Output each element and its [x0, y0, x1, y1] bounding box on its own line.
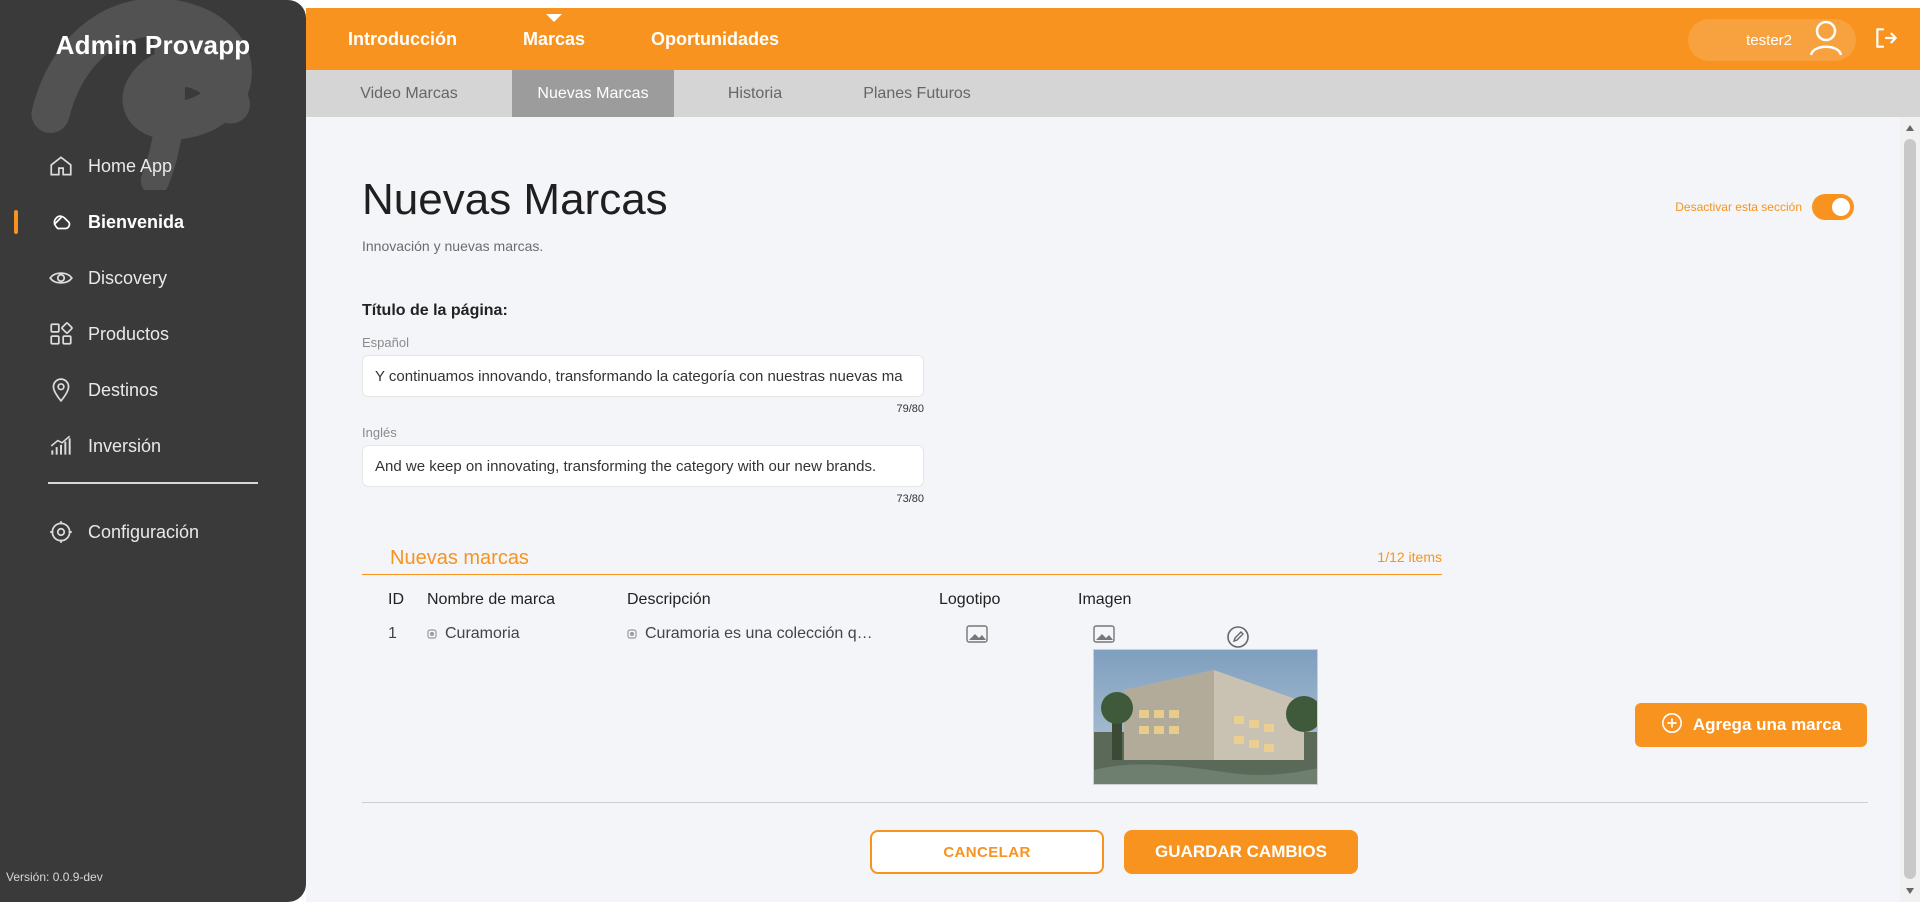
toggle-switch[interactable] — [1812, 194, 1854, 220]
subtab-nuevas-marcas[interactable]: Nuevas Marcas — [512, 70, 674, 117]
user-badge[interactable]: tester2 — [1688, 19, 1856, 61]
english-char-counter: 73/80 — [896, 493, 924, 505]
add-brand-label: Agrega una marca — [1692, 715, 1842, 734]
brand-name-cell[interactable]: Curamoria — [427, 625, 520, 643]
add-brand-button[interactable]: Agrega una marca — [1635, 703, 1867, 747]
brand-id: 1 — [388, 625, 397, 642]
brand-name: Curamoria — [445, 625, 520, 642]
user-icon — [1806, 18, 1846, 62]
top-navbar: Introducción Marcas Oportunidades tester… — [306, 8, 1920, 70]
brand-description: Curamoria es una colección q… — [645, 625, 873, 642]
sidebar-item-label: Bienvenida — [88, 211, 185, 232]
image-icon — [966, 625, 988, 643]
scroll-thumb[interactable] — [1904, 139, 1916, 879]
section-toggle[interactable]: Desactivar esta sección — [1675, 194, 1854, 220]
scroll-down-arrow-icon[interactable] — [1906, 888, 1914, 894]
brands-section-header: Nuevas marcas 1/12 items — [362, 547, 1442, 575]
col-header-logo: Logotipo — [939, 591, 1001, 608]
grid-apps-icon — [48, 321, 74, 347]
tab-introduccion[interactable]: Introducción — [348, 29, 457, 50]
brands-table-header: ID Nombre de marca Descripción Logotipo … — [388, 591, 1148, 613]
plus-circle-icon — [1661, 712, 1683, 739]
save-changes-button[interactable]: GUARDAR CAMBIOS — [1124, 830, 1358, 874]
sidebar: Admin Provapp Home App Bienvenida Discov… — [0, 0, 306, 902]
col-header-description: Descripción — [627, 591, 711, 608]
sidebar-item-configuracion[interactable]: Configuración — [0, 504, 306, 560]
logout-button[interactable] — [1872, 24, 1900, 52]
sidebar-divider — [48, 482, 258, 484]
logout-icon — [1876, 28, 1897, 48]
spanish-field-label: Español — [362, 335, 409, 350]
app-version: Versión: 0.0.9-dev — [6, 870, 103, 884]
home-icon — [48, 153, 74, 179]
spanish-title-input[interactable]: Y continuamos innovando, transformando l… — [362, 355, 924, 397]
wave-hand-icon — [48, 209, 74, 235]
sidebar-item-label: Inversión — [88, 435, 162, 456]
col-header-image: Imagen — [1078, 591, 1132, 608]
brands-section-title: Nuevas marcas — [390, 547, 529, 569]
english-field-label: Inglés — [362, 425, 397, 440]
sidebar-item-label: Home App — [88, 155, 173, 176]
page-subtitle: Innovación y nuevas marcas. — [362, 238, 544, 254]
table-row: 1 Curamoria Curamoria es una colección q… — [388, 625, 1288, 649]
vertical-scrollbar[interactable] — [1900, 117, 1920, 902]
edit-row-button[interactable] — [1226, 625, 1250, 649]
toggle-label: Desactivar esta sección — [1675, 200, 1802, 214]
english-title-input[interactable]: And we keep on innovating, transforming … — [362, 445, 924, 487]
brand-image-preview — [1093, 649, 1318, 785]
toggle-knob — [1830, 196, 1852, 218]
gear-icon — [48, 519, 74, 545]
sidebar-item-label: Productos — [88, 323, 170, 344]
location-pin-icon — [48, 377, 74, 403]
sidebar-item-home-app[interactable]: Home App — [0, 138, 306, 194]
sidebar-item-bienvenida[interactable]: Bienvenida — [0, 194, 306, 250]
sidebar-item-label: Configuración — [88, 521, 200, 542]
subtabs-bar: Video Marcas Nuevas Marcas Historia Plan… — [306, 70, 1920, 117]
sidebar-item-label: Discovery — [88, 267, 168, 288]
sidebar-item-discovery[interactable]: Discovery — [0, 250, 306, 306]
brand-description-cell[interactable]: Curamoria es una colección q… — [627, 625, 873, 643]
sidebar-item-destinos[interactable]: Destinos — [0, 362, 306, 418]
app-brand-title: Admin Provapp — [55, 30, 251, 60]
tab-oportunidades[interactable]: Oportunidades — [651, 29, 779, 50]
pin-icon — [427, 629, 437, 639]
building-photo — [1094, 650, 1317, 784]
top-tabs: Introducción Marcas Oportunidades — [348, 8, 779, 70]
user-name: tester2 — [1746, 31, 1792, 49]
logo-cell[interactable] — [966, 625, 988, 643]
sidebar-nav: Home App Bienvenida Discovery Productos … — [0, 138, 306, 474]
spanish-char-counter: 79/80 — [896, 403, 924, 415]
image-icon — [1093, 625, 1115, 643]
scroll-up-arrow-icon[interactable] — [1906, 125, 1914, 131]
brands-count: 1/12 items — [1377, 549, 1442, 565]
edit-pencil-icon — [1226, 625, 1250, 649]
page-title: Nuevas Marcas — [362, 175, 668, 224]
main-content: Nuevas Marcas Innovación y nuevas marcas… — [306, 117, 1900, 902]
footer-divider — [362, 802, 1868, 803]
sidebar-item-inversion[interactable]: Inversión — [0, 418, 306, 474]
page-title-label: Título de la página: — [362, 302, 508, 319]
sidebar-item-label: Destinos — [88, 379, 159, 400]
subtab-planes-futuros[interactable]: Planes Futuros — [836, 70, 998, 117]
cancel-button[interactable]: CANCELAR — [870, 830, 1104, 874]
subtabs: Video Marcas Nuevas Marcas Historia Plan… — [306, 70, 1920, 117]
investment-chart-icon — [48, 433, 74, 459]
eye-icon — [48, 265, 74, 291]
col-header-id: ID — [388, 591, 404, 608]
image-cell[interactable] — [1093, 625, 1115, 643]
col-header-name: Nombre de marca — [427, 591, 556, 608]
tab-marcas[interactable]: Marcas — [523, 29, 585, 50]
sidebar-item-productos[interactable]: Productos — [0, 306, 306, 362]
pin-icon — [627, 629, 637, 639]
sidebar-config-wrap: Configuración — [0, 504, 306, 560]
subtab-historia[interactable]: Historia — [674, 70, 836, 117]
subtab-video-marcas[interactable]: Video Marcas — [306, 70, 512, 117]
